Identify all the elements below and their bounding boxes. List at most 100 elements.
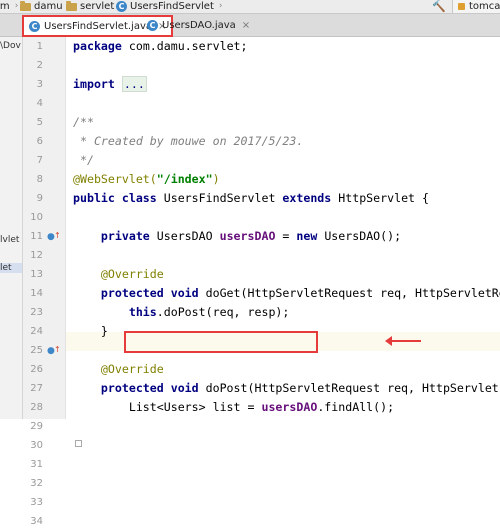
line-number: 2 [36,60,43,71]
line-number: 34 [30,516,43,527]
code-line: package com.damu.servlet; [73,37,248,56]
breadcrumb-item[interactable]: C UsersFindServlet › [116,0,222,13]
line-number: 32 [30,478,43,489]
code-token: @WebServlet( [73,172,157,186]
line-number: 30 [30,440,43,451]
editor-gutter: 1 2 3 4 5 6 7 8 9 10 11 12 13 14 23 24 25 26 27 28 29 30 31 32 3… [23,37,82,527]
code-token: HttpServlet { [331,191,430,205]
breadcrumb-item[interactable]: damu › [20,0,71,13]
line-number: 8 [36,174,43,185]
code-token: usersDAO [261,400,318,414]
code-token: * Created by mouwe on 2017/5/23. [73,134,304,148]
line-number: 10 [30,212,43,223]
fold-toggle-icon[interactable] [75,440,82,447]
code-token: package [73,39,122,53]
close-icon[interactable]: × [242,20,250,31]
build-hammer-icon[interactable]: 🔨 [432,0,446,13]
line-number: 3 [36,79,43,90]
line-number: 25 [30,345,43,356]
highlight-box-println [124,331,318,353]
line-number: 1 [36,41,43,52]
chevron-right-icon: › [218,1,223,11]
code-line: @Override [73,265,164,284]
code-token: UsersDAO [149,229,220,243]
annotation-arrow [385,336,421,346]
line-number: 28 [30,402,43,413]
line-number: 24 [30,326,43,337]
line-number: 29 [30,421,43,432]
folder-icon [66,0,77,11]
code-token: doPost(HttpServletRequest req, HttpServl… [198,381,499,395]
project-panel: \Dov lvlet let [0,37,23,419]
code-token: doGet(HttpServletRequest req, HttpServle… [198,286,500,300]
code-token: */ [73,153,94,167]
code-token: .findAll(); [317,400,395,414]
code-token: extends [282,191,332,205]
code-token: com.damu.servlet; [121,39,248,53]
code-token: @Override [73,267,164,281]
code-token: protected void [73,286,199,300]
tab-label: UsersFindServlet.java [44,20,153,32]
code-token: this [73,305,157,319]
navigation-breadcrumb: rm › damu › servlet › C UsersFindServlet… [0,0,500,14]
code-editor[interactable]: package com.damu.servlet; import ... /** *… [66,37,500,419]
code-token: protected void [73,381,199,395]
folder-icon [20,0,31,11]
code-token: UsersDAO(); [317,229,402,243]
line-number: 11 [30,231,43,242]
code-token: UsersFindServlet [156,191,283,205]
chevron-right-icon: › [14,1,19,11]
line-number: 14 [30,288,43,299]
code-line: List<Users> list = usersDAO.findAll(); [73,398,394,417]
code-token: private [73,229,150,243]
line-number: 26 [30,364,43,375]
class-icon: C [116,1,127,12]
line-number: 12 [30,250,43,261]
code-token: "/index" [156,172,213,186]
class-icon: C [29,20,40,32]
line-number: 7 [36,155,43,166]
editor-tab-bar: C UsersFindServlet.java × C UsersDAO.jav… [0,14,500,37]
code-line: * Created by mouwe on 2017/5/23. [73,132,303,151]
line-number: 9 [36,193,43,204]
project-tree-item[interactable]: let [0,263,22,273]
code-line: protected void doPost(HttpServletRequest… [73,379,499,398]
code-token[interactable]: ... [121,76,147,92]
code-line: public class UsersFindServlet extends Ht… [73,189,429,208]
breadcrumb-label: damu [34,1,63,12]
run-config-label: tomca [469,1,500,12]
code-line: @WebServlet("/index") [73,170,220,189]
breadcrumb-item[interactable]: servlet › [66,0,123,13]
project-tree-item[interactable]: \Dov [0,41,21,51]
breadcrumb-label: servlet [80,1,115,12]
code-line: import ... [73,75,147,94]
line-number: 13 [30,269,43,280]
code-line: this.doPost(req, resp); [73,303,290,322]
code-token: usersDAO [219,229,276,243]
run-configuration-select[interactable]: tomca [452,0,500,13]
project-tree-item[interactable]: lvlet [0,235,19,245]
breadcrumb-label: UsersFindServlet [130,1,214,12]
code-token: } [73,324,108,338]
code-line: @Override [73,360,164,379]
code-token: public class [73,191,157,205]
arrow-up-icon[interactable]: ↑ [54,226,61,245]
code-token: /** [73,115,94,129]
breadcrumb-item[interactable]: rm › [0,0,18,13]
line-number: 33 [30,497,43,508]
code-line: */ [73,151,94,170]
code-token: = [275,229,297,243]
arrow-up-icon[interactable]: ↑ [54,340,61,359]
code-token: List<Users> list = [73,400,262,414]
line-number: 31 [30,459,43,470]
tab-usersdao[interactable]: C UsersDAO.java × [142,16,255,34]
line-number: 23 [30,307,43,318]
breadcrumb-label: rm [0,1,10,12]
code-line: private UsersDAO usersDAO = new UsersDAO… [73,227,401,246]
code-line: } [73,322,108,341]
code-line: protected void doGet(HttpServletRequest … [73,284,500,303]
line-number: 5 [36,117,43,128]
code-token: @Override [73,362,164,376]
line-number: 6 [36,136,43,147]
